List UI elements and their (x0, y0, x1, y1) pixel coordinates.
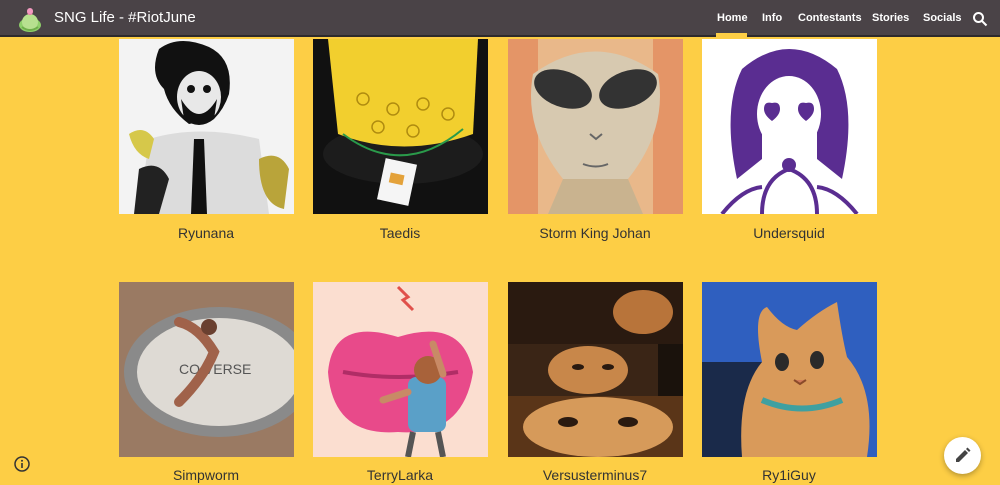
edit-button[interactable] (944, 437, 981, 474)
nav-info[interactable]: Info (762, 12, 782, 24)
nav-home[interactable]: Home (717, 12, 748, 24)
scrollbar[interactable] (992, 39, 1000, 485)
info-icon[interactable] (14, 456, 30, 472)
pencil-icon (956, 447, 971, 462)
contestant-name[interactable]: Simpworm (106, 467, 306, 483)
cactus-plant-icon[interactable] (16, 5, 44, 33)
nav-stories[interactable]: Stories (872, 12, 909, 24)
contestant-name[interactable]: TerryLarka (300, 467, 500, 483)
contestant-image-simpworm[interactable]: CO VERSE (119, 282, 294, 457)
contestant-name[interactable]: Storm King Johan (495, 225, 695, 241)
contestant-name[interactable]: Ry1iGuy (689, 467, 889, 483)
contestant-image-storm-king-johan[interactable] (508, 39, 683, 214)
search-icon[interactable] (972, 11, 988, 27)
nav-socials[interactable]: Socials (923, 12, 962, 24)
contestant-image-taedis[interactable] (313, 39, 488, 214)
contestant-image-ryunana[interactable] (119, 39, 294, 214)
contestant-name[interactable]: Versusterminus7 (495, 467, 695, 483)
site-title[interactable]: SNG Life - #RiotJune (54, 9, 196, 26)
nav-contestants[interactable]: Contestants (798, 12, 862, 24)
contestant-name[interactable]: Undersquid (689, 225, 889, 241)
contestant-image-ry1iguy[interactable] (702, 282, 877, 457)
svg-text:CO VERSE: CO VERSE (179, 361, 251, 377)
contestant-image-undersquid[interactable] (702, 39, 877, 214)
contestant-name[interactable]: Ryunana (106, 225, 306, 241)
contestant-image-versusterminus7[interactable] (508, 282, 683, 457)
contestant-name[interactable]: Taedis (300, 225, 500, 241)
top-app-bar: SNG Life - #RiotJune Home Info Contestan… (0, 0, 1000, 37)
contestant-image-terrylarka[interactable] (313, 282, 488, 457)
active-tab-indicator (716, 33, 747, 37)
